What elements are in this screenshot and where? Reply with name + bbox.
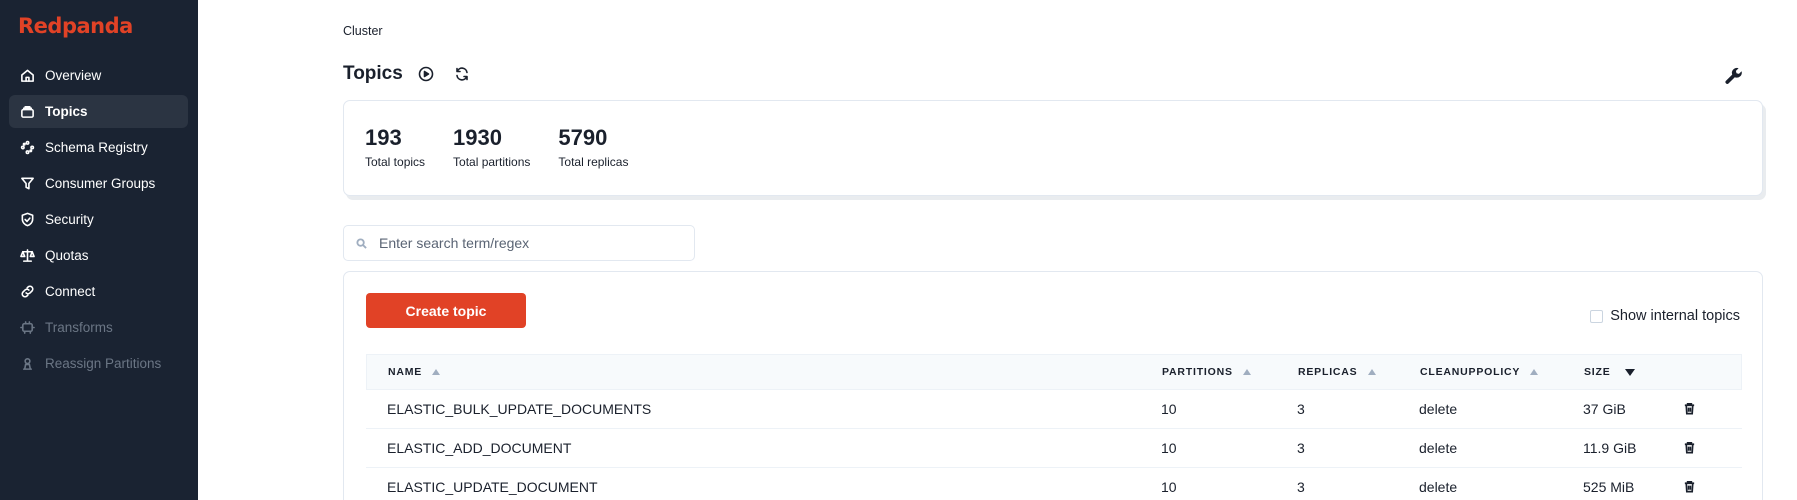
transform-icon bbox=[19, 320, 35, 336]
sort-asc-icon bbox=[1367, 369, 1376, 375]
replicas-cell: 3 bbox=[1297, 440, 1305, 456]
sort-desc-icon bbox=[1624, 368, 1635, 376]
stat-value: 1930 bbox=[453, 125, 502, 150]
play-icon[interactable] bbox=[417, 65, 435, 83]
sidebar-item-label: Consumer Groups bbox=[45, 176, 156, 191]
sort-asc-icon bbox=[1242, 369, 1251, 375]
sidebar: Redpanda Overview Topics Schema Registry… bbox=[0, 0, 198, 500]
sidebar-item-quotas[interactable]: Quotas bbox=[9, 239, 188, 272]
sidebar-item-consumer-groups[interactable]: Consumer Groups bbox=[9, 167, 188, 200]
stat-total-partitions: 1930 Total partitions bbox=[453, 125, 530, 195]
column-header-replicas[interactable]: REPLICAS bbox=[1298, 366, 1420, 378]
reassign-icon bbox=[19, 356, 35, 372]
show-internal-topics-checkbox[interactable] bbox=[1590, 309, 1604, 323]
refresh-icon[interactable] bbox=[453, 65, 471, 83]
column-header-cleanuppolicy[interactable]: CLEANUPPOLICY bbox=[1420, 366, 1584, 378]
page-title: Topics bbox=[343, 63, 403, 84]
sidebar-item-topics[interactable]: Topics bbox=[9, 95, 188, 128]
partitions-cell: 10 bbox=[1161, 440, 1177, 456]
sort-asc-icon bbox=[432, 369, 441, 375]
sidebar-item-label: Connect bbox=[45, 284, 96, 299]
trash-icon[interactable] bbox=[1683, 441, 1697, 455]
column-header-name[interactable]: NAME bbox=[367, 366, 1162, 378]
topic-name[interactable]: ELASTIC_ADD_DOCUMENT bbox=[366, 440, 1161, 456]
show-internal-topics-label: Show internal topics bbox=[1610, 308, 1740, 324]
trash-icon[interactable] bbox=[1683, 480, 1697, 494]
sidebar-item-label: Transforms bbox=[45, 320, 113, 335]
topics-table-card: Create topic Show internal topics NAME P… bbox=[343, 271, 1763, 500]
title-row: Topics bbox=[343, 63, 471, 85]
search-input[interactable] bbox=[379, 235, 679, 251]
cleanup-policy-cell: delete bbox=[1419, 479, 1458, 495]
funnel-icon bbox=[19, 176, 35, 192]
stat-value: 5790 bbox=[558, 125, 608, 150]
sidebar-item-overview[interactable]: Overview bbox=[9, 59, 188, 92]
link-icon bbox=[19, 284, 35, 300]
topic-name[interactable]: ELASTIC_BULK_UPDATE_DOCUMENTS bbox=[366, 401, 1161, 417]
home-icon bbox=[19, 68, 35, 84]
partitions-cell: 10 bbox=[1161, 401, 1177, 417]
trash-icon[interactable] bbox=[1683, 402, 1697, 416]
sidebar-item-label: Security bbox=[45, 212, 94, 227]
topics-icon bbox=[19, 104, 35, 120]
sidebar-item-label: Reassign Partitions bbox=[45, 356, 162, 371]
cleanup-policy-cell: delete bbox=[1419, 401, 1458, 417]
breadcrumb[interactable]: Cluster bbox=[343, 24, 383, 38]
stat-label: Total replicas bbox=[558, 155, 629, 169]
topic-name[interactable]: ELASTIC_UPDATE_DOCUMENT bbox=[366, 479, 1161, 495]
search-box[interactable] bbox=[343, 225, 695, 261]
sidebar-item-connect[interactable]: Connect bbox=[9, 275, 188, 308]
sidebar-item-label: Overview bbox=[45, 68, 102, 83]
table-row[interactable]: ELASTIC_UPDATE_DOCUMENT 10 3 delete 525 … bbox=[366, 468, 1742, 500]
sidebar-item-schema-registry[interactable]: Schema Registry bbox=[9, 131, 188, 164]
sidebar-item-transforms: Transforms bbox=[9, 311, 188, 344]
scale-icon bbox=[19, 248, 35, 264]
size-cell: 525 MiB bbox=[1583, 479, 1635, 495]
wrench-icon[interactable] bbox=[1724, 66, 1744, 86]
sort-asc-icon bbox=[1530, 369, 1539, 375]
stats-card: 193 Total topics 1930 Total partitions 5… bbox=[343, 100, 1763, 196]
size-cell: 11.9 GiB bbox=[1583, 440, 1637, 456]
stat-label: Total topics bbox=[365, 155, 426, 169]
shield-icon bbox=[19, 212, 35, 228]
create-topic-button[interactable]: Create topic bbox=[366, 293, 526, 328]
search-icon bbox=[356, 237, 367, 249]
table-header: NAME PARTITIONS REPLICAS CLEANUPPOLICY S… bbox=[366, 354, 1742, 390]
stat-total-topics: 193 Total topics bbox=[365, 125, 425, 195]
partitions-cell: 10 bbox=[1161, 479, 1177, 495]
schema-icon bbox=[19, 140, 35, 156]
stat-value: 193 bbox=[365, 125, 402, 150]
column-header-size[interactable]: SIZE bbox=[1584, 366, 1684, 378]
stat-total-replicas: 5790 Total replicas bbox=[558, 125, 628, 195]
redpanda-logo[interactable]: Redpanda bbox=[18, 14, 133, 38]
sidebar-item-label: Topics bbox=[45, 104, 88, 119]
column-header-partitions[interactable]: PARTITIONS bbox=[1162, 366, 1298, 378]
sidebar-nav: Overview Topics Schema Registry Consumer… bbox=[9, 59, 188, 383]
stat-label: Total partitions bbox=[453, 155, 531, 169]
sidebar-item-label: Quotas bbox=[45, 248, 89, 263]
topics-table: NAME PARTITIONS REPLICAS CLEANUPPOLICY S… bbox=[366, 354, 1742, 500]
replicas-cell: 3 bbox=[1297, 401, 1305, 417]
show-internal-topics-toggle[interactable]: Show internal topics bbox=[1590, 308, 1740, 324]
table-row[interactable]: ELASTIC_ADD_DOCUMENT 10 3 delete 11.9 Gi… bbox=[366, 429, 1742, 468]
replicas-cell: 3 bbox=[1297, 479, 1305, 495]
table-row[interactable]: ELASTIC_BULK_UPDATE_DOCUMENTS 10 3 delet… bbox=[366, 390, 1742, 429]
sidebar-item-reassign-partitions: Reassign Partitions bbox=[9, 347, 188, 380]
sidebar-item-security[interactable]: Security bbox=[9, 203, 188, 236]
size-cell: 37 GiB bbox=[1583, 401, 1626, 417]
cleanup-policy-cell: delete bbox=[1419, 440, 1458, 456]
sidebar-item-label: Schema Registry bbox=[45, 140, 148, 155]
